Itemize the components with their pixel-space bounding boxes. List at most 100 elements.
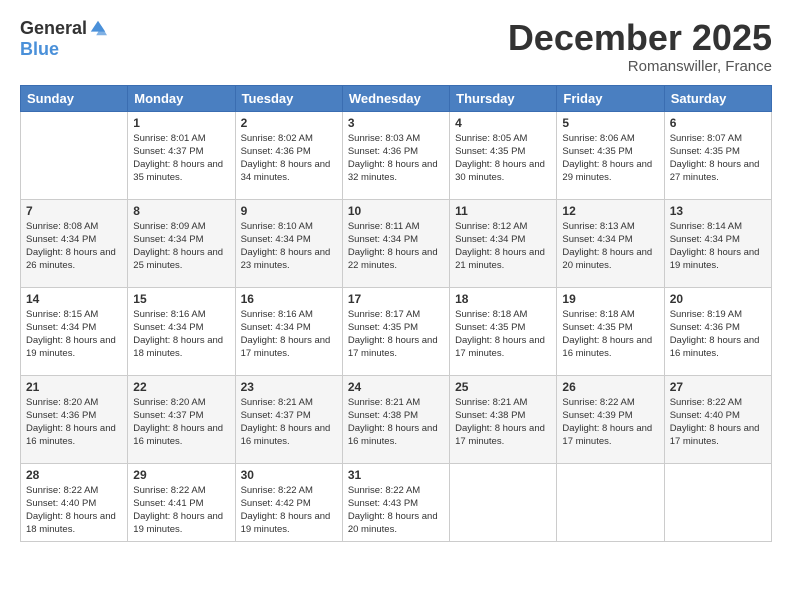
day-number: 20 [670,292,766,306]
table-row [450,463,557,541]
day-number: 22 [133,380,229,394]
table-row: 5 Sunrise: 8:06 AMSunset: 4:35 PMDayligh… [557,111,664,199]
header-sunday: Sunday [21,85,128,111]
day-info: Sunrise: 8:15 AMSunset: 4:34 PMDaylight:… [26,308,122,361]
day-info: Sunrise: 8:21 AMSunset: 4:38 PMDaylight:… [348,396,444,449]
table-row: 4 Sunrise: 8:05 AMSunset: 4:35 PMDayligh… [450,111,557,199]
table-row: 11 Sunrise: 8:12 AMSunset: 4:34 PMDaylig… [450,199,557,287]
day-number: 29 [133,468,229,482]
header-saturday: Saturday [664,85,771,111]
day-number: 25 [455,380,551,394]
day-number: 10 [348,204,444,218]
header-monday: Monday [128,85,235,111]
day-number: 2 [241,116,337,130]
table-row: 8 Sunrise: 8:09 AMSunset: 4:34 PMDayligh… [128,199,235,287]
header-thursday: Thursday [450,85,557,111]
table-row: 7 Sunrise: 8:08 AMSunset: 4:34 PMDayligh… [21,199,128,287]
day-number: 8 [133,204,229,218]
logo-icon [89,19,107,37]
day-number: 18 [455,292,551,306]
table-row: 20 Sunrise: 8:19 AMSunset: 4:36 PMDaylig… [664,287,771,375]
table-row: 13 Sunrise: 8:14 AMSunset: 4:34 PMDaylig… [664,199,771,287]
table-row: 26 Sunrise: 8:22 AMSunset: 4:39 PMDaylig… [557,375,664,463]
day-info: Sunrise: 8:22 AMSunset: 4:42 PMDaylight:… [241,484,337,537]
table-row: 28 Sunrise: 8:22 AMSunset: 4:40 PMDaylig… [21,463,128,541]
day-number: 12 [562,204,658,218]
table-row: 14 Sunrise: 8:15 AMSunset: 4:34 PMDaylig… [21,287,128,375]
title-section: December 2025 Romanswiller, France [508,18,772,75]
page: General Blue December 2025 Romanswiller,… [0,0,792,612]
day-number: 3 [348,116,444,130]
day-info: Sunrise: 8:02 AMSunset: 4:36 PMDaylight:… [241,132,337,185]
table-row: 29 Sunrise: 8:22 AMSunset: 4:41 PMDaylig… [128,463,235,541]
table-row: 27 Sunrise: 8:22 AMSunset: 4:40 PMDaylig… [664,375,771,463]
table-row: 17 Sunrise: 8:17 AMSunset: 4:35 PMDaylig… [342,287,449,375]
day-number: 13 [670,204,766,218]
table-row [557,463,664,541]
table-row: 1 Sunrise: 8:01 AMSunset: 4:37 PMDayligh… [128,111,235,199]
day-info: Sunrise: 8:22 AMSunset: 4:39 PMDaylight:… [562,396,658,449]
day-info: Sunrise: 8:03 AMSunset: 4:36 PMDaylight:… [348,132,444,185]
day-number: 15 [133,292,229,306]
day-info: Sunrise: 8:17 AMSunset: 4:35 PMDaylight:… [348,308,444,361]
logo-blue-text: Blue [20,39,59,60]
day-info: Sunrise: 8:14 AMSunset: 4:34 PMDaylight:… [670,220,766,273]
day-info: Sunrise: 8:01 AMSunset: 4:37 PMDaylight:… [133,132,229,185]
day-info: Sunrise: 8:22 AMSunset: 4:41 PMDaylight:… [133,484,229,537]
header: General Blue December 2025 Romanswiller,… [20,18,772,75]
header-wednesday: Wednesday [342,85,449,111]
day-number: 26 [562,380,658,394]
day-number: 14 [26,292,122,306]
day-number: 4 [455,116,551,130]
table-row: 30 Sunrise: 8:22 AMSunset: 4:42 PMDaylig… [235,463,342,541]
table-row: 12 Sunrise: 8:13 AMSunset: 4:34 PMDaylig… [557,199,664,287]
day-info: Sunrise: 8:16 AMSunset: 4:34 PMDaylight:… [241,308,337,361]
day-number: 30 [241,468,337,482]
day-info: Sunrise: 8:20 AMSunset: 4:36 PMDaylight:… [26,396,122,449]
day-info: Sunrise: 8:21 AMSunset: 4:37 PMDaylight:… [241,396,337,449]
table-row: 10 Sunrise: 8:11 AMSunset: 4:34 PMDaylig… [342,199,449,287]
day-number: 6 [670,116,766,130]
day-number: 11 [455,204,551,218]
day-number: 28 [26,468,122,482]
table-row: 24 Sunrise: 8:21 AMSunset: 4:38 PMDaylig… [342,375,449,463]
table-row: 19 Sunrise: 8:18 AMSunset: 4:35 PMDaylig… [557,287,664,375]
table-row: 22 Sunrise: 8:20 AMSunset: 4:37 PMDaylig… [128,375,235,463]
day-info: Sunrise: 8:05 AMSunset: 4:35 PMDaylight:… [455,132,551,185]
day-info: Sunrise: 8:08 AMSunset: 4:34 PMDaylight:… [26,220,122,273]
table-row: 6 Sunrise: 8:07 AMSunset: 4:35 PMDayligh… [664,111,771,199]
table-row: 3 Sunrise: 8:03 AMSunset: 4:36 PMDayligh… [342,111,449,199]
day-number: 16 [241,292,337,306]
day-number: 19 [562,292,658,306]
day-number: 31 [348,468,444,482]
day-number: 7 [26,204,122,218]
table-row: 23 Sunrise: 8:21 AMSunset: 4:37 PMDaylig… [235,375,342,463]
table-row [21,111,128,199]
day-info: Sunrise: 8:12 AMSunset: 4:34 PMDaylight:… [455,220,551,273]
logo: General Blue [20,18,107,60]
month-title: December 2025 [508,18,772,58]
header-tuesday: Tuesday [235,85,342,111]
day-number: 9 [241,204,337,218]
day-number: 24 [348,380,444,394]
day-info: Sunrise: 8:22 AMSunset: 4:43 PMDaylight:… [348,484,444,537]
day-number: 17 [348,292,444,306]
day-info: Sunrise: 8:22 AMSunset: 4:40 PMDaylight:… [26,484,122,537]
table-row: 21 Sunrise: 8:20 AMSunset: 4:36 PMDaylig… [21,375,128,463]
table-row: 2 Sunrise: 8:02 AMSunset: 4:36 PMDayligh… [235,111,342,199]
day-info: Sunrise: 8:18 AMSunset: 4:35 PMDaylight:… [562,308,658,361]
day-number: 21 [26,380,122,394]
day-info: Sunrise: 8:06 AMSunset: 4:35 PMDaylight:… [562,132,658,185]
table-row [664,463,771,541]
day-number: 27 [670,380,766,394]
day-info: Sunrise: 8:20 AMSunset: 4:37 PMDaylight:… [133,396,229,449]
day-info: Sunrise: 8:22 AMSunset: 4:40 PMDaylight:… [670,396,766,449]
day-number: 23 [241,380,337,394]
table-row: 16 Sunrise: 8:16 AMSunset: 4:34 PMDaylig… [235,287,342,375]
day-info: Sunrise: 8:10 AMSunset: 4:34 PMDaylight:… [241,220,337,273]
table-row: 18 Sunrise: 8:18 AMSunset: 4:35 PMDaylig… [450,287,557,375]
table-row: 31 Sunrise: 8:22 AMSunset: 4:43 PMDaylig… [342,463,449,541]
day-info: Sunrise: 8:21 AMSunset: 4:38 PMDaylight:… [455,396,551,449]
table-row: 15 Sunrise: 8:16 AMSunset: 4:34 PMDaylig… [128,287,235,375]
location: Romanswiller, France [508,58,772,75]
